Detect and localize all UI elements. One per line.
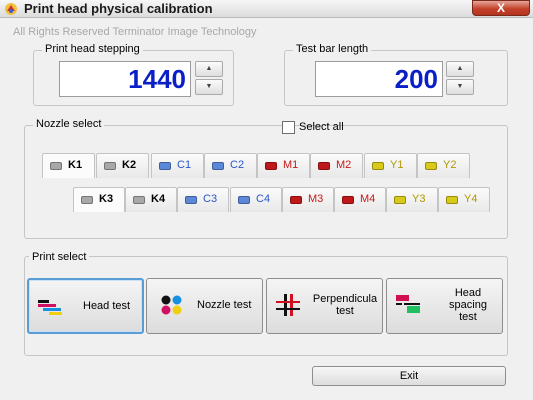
nozzle-tab-k2[interactable]: K2 xyxy=(96,153,149,178)
nozzle-tab-k3[interactable]: K3 xyxy=(73,187,125,212)
nozzle-tab-label: M1 xyxy=(283,159,299,171)
head-test-label: Head test xyxy=(83,300,131,312)
nozzle-tab-y2[interactable]: Y2 xyxy=(417,153,470,178)
perpendicular-test-button[interactable]: Perpendicula test xyxy=(266,278,383,334)
nozzle-tab-label: K4 xyxy=(151,193,166,205)
test-bar-down-button[interactable]: ▼ xyxy=(446,79,474,95)
test-bar-group-label: Test bar length xyxy=(293,43,372,55)
nozzle-tab-k4[interactable]: K4 xyxy=(125,187,177,212)
stepping-value-field[interactable]: 1440 xyxy=(59,61,191,97)
test-bar-value-field[interactable]: 200 xyxy=(315,61,443,97)
head-spacing-label-line2: spacing xyxy=(449,299,487,311)
nozzle-tab-label: Y4 xyxy=(464,193,478,205)
test-bar-group: Test bar length 200 ▲ ▼ xyxy=(284,43,508,106)
stepping-group-label: Print head stepping xyxy=(42,43,143,55)
app-icon xyxy=(5,3,17,15)
nozzle-tab-label: Y1 xyxy=(390,159,404,171)
led-indicator-icon xyxy=(81,196,93,204)
head-spacing-label-line3: test xyxy=(459,311,477,323)
led-indicator-icon xyxy=(318,162,330,170)
nozzle-tab-label: C1 xyxy=(177,159,192,171)
nozzle-tab-m2[interactable]: M2 xyxy=(310,153,363,178)
head-spacing-test-icon xyxy=(396,295,420,313)
nozzle-select-group: Nozzle select Select all K1 K2 C1 C2 M1 M2 Y1 Y… xyxy=(24,118,508,239)
perpendicular-test-icon xyxy=(276,294,300,316)
test-bar-up-button[interactable]: ▲ xyxy=(446,61,474,77)
print-select-label: Print select xyxy=(29,251,90,263)
nozzle-tab-y1[interactable]: Y1 xyxy=(364,153,417,178)
nozzle-tab-label: Y3 xyxy=(412,193,426,205)
nozzle-tab-label: C2 xyxy=(230,159,245,171)
nozzle-tab-label: K1 xyxy=(68,159,83,171)
nozzle-tab-k1[interactable]: K1 xyxy=(42,153,95,178)
title-bar: Print head physical calibration X xyxy=(0,0,533,18)
nozzle-tab-m1[interactable]: M1 xyxy=(257,153,310,178)
nozzle-tab-c4[interactable]: C4 xyxy=(230,187,282,212)
led-indicator-icon xyxy=(238,196,250,204)
nozzle-tab-label: K2 xyxy=(122,159,137,171)
led-indicator-icon xyxy=(133,196,145,204)
nozzle-select-label: Nozzle select xyxy=(33,118,105,130)
nozzle-tab-label: M3 xyxy=(308,193,324,205)
nozzle-test-label: Nozzle test xyxy=(197,299,252,311)
stepping-down-button[interactable]: ▼ xyxy=(195,79,223,95)
nozzle-tab-m4[interactable]: M4 xyxy=(334,187,386,212)
head-spacing-test-button[interactable]: Head spacing test xyxy=(386,278,503,334)
perpendicular-label-line1: Perpendicula xyxy=(312,293,378,305)
close-button[interactable]: X xyxy=(472,0,530,16)
nozzle-tab-label: C3 xyxy=(203,193,218,205)
nozzle-tab-label: M2 xyxy=(336,159,352,171)
window-body: All Rights Reserved Terminator Image Tec… xyxy=(0,18,533,400)
select-all-label[interactable]: Select all xyxy=(299,121,344,133)
led-indicator-icon xyxy=(265,162,277,170)
nozzle-tab-m3[interactable]: M3 xyxy=(282,187,334,212)
led-indicator-icon xyxy=(185,196,197,204)
stepping-up-button[interactable]: ▲ xyxy=(195,61,223,77)
head-test-icon xyxy=(38,300,62,315)
led-indicator-icon xyxy=(290,196,302,204)
exit-button[interactable]: Exit xyxy=(312,366,506,386)
window-title: Print head physical calibration xyxy=(24,1,213,16)
head-spacing-label-line1: Head xyxy=(454,287,482,299)
nozzle-test-icon xyxy=(161,295,182,315)
led-indicator-icon xyxy=(104,162,116,170)
led-indicator-icon xyxy=(425,162,437,170)
head-spacing-test-label: Head spacing test xyxy=(443,287,493,323)
led-indicator-icon xyxy=(372,162,384,170)
led-indicator-icon xyxy=(394,196,406,204)
led-indicator-icon xyxy=(159,162,171,170)
nozzle-tab-y3[interactable]: Y3 xyxy=(386,187,438,212)
nozzle-tab-label: Y2 xyxy=(443,159,457,171)
perpendicular-test-label: Perpendicula test xyxy=(311,293,379,317)
nozzle-tab-c3[interactable]: C3 xyxy=(177,187,229,212)
nozzle-tab-label: C4 xyxy=(256,193,271,205)
nozzle-tab-label: K3 xyxy=(99,193,114,205)
nozzle-tab-y4[interactable]: Y4 xyxy=(438,187,490,212)
nozzle-tab-c2[interactable]: C2 xyxy=(204,153,257,178)
stepping-group: Print head stepping 1440 ▲ ▼ xyxy=(33,43,234,106)
perpendicular-label-line2: test xyxy=(336,305,354,317)
head-test-button[interactable]: Head test xyxy=(27,278,144,334)
select-all-checkbox[interactable] xyxy=(282,121,295,134)
nozzle-tab-c1[interactable]: C1 xyxy=(151,153,204,178)
nozzle-tab-label: M4 xyxy=(360,193,376,205)
copyright-text: All Rights Reserved Terminator Image Tec… xyxy=(13,26,257,38)
led-indicator-icon xyxy=(50,162,62,170)
led-indicator-icon xyxy=(446,196,458,204)
led-indicator-icon xyxy=(212,162,224,170)
nozzle-test-button[interactable]: Nozzle test xyxy=(146,278,263,334)
led-indicator-icon xyxy=(342,196,354,204)
